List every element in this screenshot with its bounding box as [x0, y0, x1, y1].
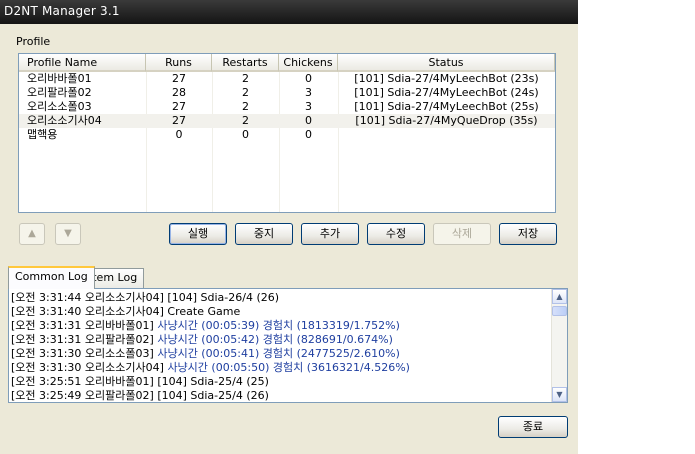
log-line: [오전 3:31:40 오리소소기사04] Create Game: [11, 305, 549, 319]
log-line: [오전 3:25:51 오리바바폴01] [104] Sdia-25/4 (25…: [11, 375, 549, 389]
run-button[interactable]: 실행: [169, 223, 227, 245]
cell-chickens: 0: [305, 72, 312, 85]
profile-list-header: Profile Name Runs Restarts Chickens Stat…: [19, 54, 555, 72]
cell-runs: 28: [172, 86, 186, 99]
cell-profile-name: 오리바바폴01: [27, 72, 92, 85]
log-text: [오전 3:31:40 오리소소기사04] Create Game: [11, 305, 241, 318]
log-highlight: 사냥시간 (00:05:42) 경험치 (828691/0.674%): [157, 333, 393, 346]
cell-chickens: 3: [305, 86, 312, 99]
cell-restarts: 2: [242, 86, 249, 99]
window-title: D2NT Manager 3.1: [4, 4, 120, 18]
scroll-thumb[interactable]: [552, 306, 567, 316]
log-text: [오전 3:25:49 오리팔라폴02] [104] Sdia-25/4 (26…: [11, 389, 269, 402]
move-down-button[interactable]: ▼: [55, 223, 81, 245]
cell-status: [101] Sdia-27/4MyLeechBot (25s): [354, 100, 539, 113]
column-status[interactable]: Status: [338, 54, 555, 72]
exit-button[interactable]: 종료: [498, 416, 568, 438]
cell-runs: 0: [175, 128, 183, 141]
cell-runs: 27: [172, 114, 186, 127]
log-highlight: 사냥시간 (00:05:39) 경험치 (1813319/1.752%): [157, 319, 400, 332]
cell-restarts: 2: [242, 100, 249, 113]
log-line: [오전 3:31:31 오리팔라폴02] 사냥시간 (00:05:42) 경험치…: [11, 333, 549, 347]
profile-list[interactable]: Profile Name Runs Restarts Chickens Stat…: [18, 53, 556, 213]
log-highlight: 사냥시간 (00:05:50) 경험치 (3616321/4.526%): [167, 361, 410, 374]
add-button[interactable]: 추가: [301, 223, 359, 245]
table-row[interactable]: 오리팔라폴02 28 2 3 [101] Sdia-27/4MyLeechBot…: [19, 86, 555, 100]
triangle-down-icon: ▼: [64, 228, 72, 239]
column-chickens[interactable]: Chickens: [279, 54, 338, 72]
save-button[interactable]: 저장: [499, 223, 557, 245]
log-line: [오전 3:25:49 오리팔라폴02] [104] Sdia-25/4 (26…: [11, 389, 549, 402]
column-profile-name[interactable]: Profile Name: [19, 54, 146, 72]
cell-runs: 27: [172, 72, 186, 85]
log-line: [오전 3:31:30 오리소소기사04] 사냥시간 (00:05:50) 경험…: [11, 361, 549, 375]
log-line: [오전 3:31:30 오리소소폴03] 사냥시간 (00:05:41) 경험치…: [11, 347, 549, 361]
cell-profile-name: 오리팔라폴02: [27, 86, 92, 99]
log-lines: [오전 3:31:44 오리소소기사04] [104] Sdia-26/4 (2…: [11, 291, 549, 402]
log-text: [오전 3:31:31 오리팔라폴02]: [11, 333, 158, 346]
cell-restarts: 2: [242, 114, 249, 127]
cell-status: [101] Sdia-27/4MyLeechBot (23s): [354, 72, 539, 85]
triangle-up-icon: ▲: [28, 228, 36, 239]
cell-restarts: 0: [242, 128, 249, 141]
scroll-down-icon[interactable]: ▼: [552, 387, 567, 402]
log-scrollbar[interactable]: ▲ ▼: [551, 289, 567, 402]
title-bar[interactable]: D2NT Manager 3.1: [0, 0, 578, 24]
log-line: [오전 3:31:44 오리소소기사04] [104] Sdia-26/4 (2…: [11, 291, 549, 305]
common-log-panel[interactable]: [오전 3:31:44 오리소소기사04] [104] Sdia-26/4 (2…: [8, 288, 568, 403]
cell-runs: 27: [172, 100, 186, 113]
cell-chickens: 0: [305, 114, 312, 127]
scroll-up-icon[interactable]: ▲: [552, 289, 567, 304]
profile-list-body: 오리바바폴01 27 2 0 [101] Sdia-27/4MyLeechBot…: [19, 72, 555, 142]
cell-profile-name: 맵핵용: [27, 128, 58, 141]
log-text: [오전 3:31:31 오리바바폴01]: [11, 319, 158, 332]
cell-restarts: 2: [242, 72, 249, 85]
log-text: [오전 3:25:51 오리바바폴01] [104] Sdia-25/4 (25…: [11, 375, 269, 388]
cell-profile-name: 오리소소폴03: [27, 100, 92, 113]
log-text: [오전 3:31:44 오리소소기사04] [104] Sdia-26/4 (2…: [11, 291, 280, 304]
column-runs[interactable]: Runs: [146, 54, 212, 72]
log-line: [오전 3:31:31 오리바바폴01] 사냥시간 (00:05:39) 경험치…: [11, 319, 549, 333]
move-up-button[interactable]: ▲: [19, 223, 45, 245]
table-row[interactable]: 오리소소폴03 27 2 3 [101] Sdia-27/4MyLeechBot…: [19, 100, 555, 114]
log-highlight: 사냥시간 (00:05:41) 경험치 (2477525/2.610%): [157, 347, 400, 360]
tab-common-log[interactable]: Common Log: [8, 266, 95, 289]
edit-button[interactable]: 수정: [367, 223, 425, 245]
cell-chickens: 0: [305, 128, 312, 141]
table-row[interactable]: 오리소소기사04 27 2 0 [101] Sdia-27/4MyQueDrop…: [19, 114, 555, 128]
profile-group-label: Profile: [16, 35, 51, 48]
cell-chickens: 3: [305, 100, 312, 113]
column-restarts[interactable]: Restarts: [212, 54, 279, 72]
cell-status: [101] Sdia-27/4MyQueDrop (35s): [355, 114, 538, 127]
main-window: D2NT Manager 3.1 Profile Profile Name Ru…: [0, 0, 578, 454]
delete-button[interactable]: 삭제: [433, 223, 491, 245]
log-text: [오전 3:31:30 오리소소폴03]: [11, 347, 158, 360]
stop-button[interactable]: 중지: [235, 223, 293, 245]
table-row[interactable]: 오리바바폴01 27 2 0 [101] Sdia-27/4MyLeechBot…: [19, 72, 555, 86]
cell-profile-name: 오리소소기사04: [27, 114, 102, 127]
table-row[interactable]: 맵핵용 0 0 0: [19, 128, 555, 142]
cell-status: [101] Sdia-27/4MyLeechBot (24s): [354, 86, 539, 99]
cell-status: [338, 128, 555, 142]
log-text: [오전 3:31:30 오리소소기사04]: [11, 361, 168, 374]
